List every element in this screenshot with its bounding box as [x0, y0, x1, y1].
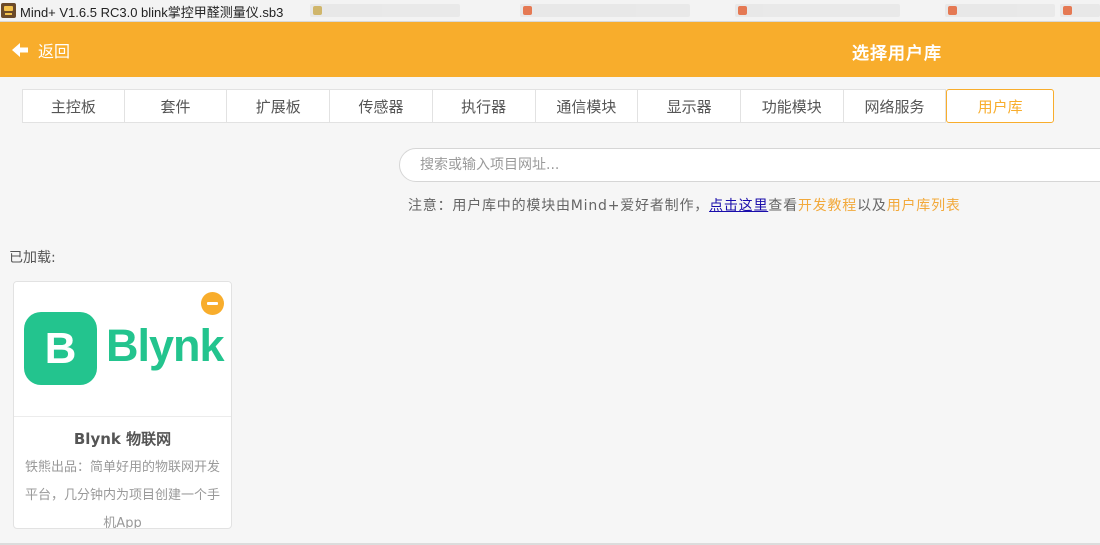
card-description: 铁熊出品：简单好用的物联网开发平台，几分钟内为项目创建一个手机App [24, 460, 220, 529]
extension-card-blynk[interactable]: B Blynk Blynk 物联网 铁熊出品：简单好用的物联网开发平台，几分钟内… [13, 281, 232, 529]
remove-extension-button[interactable] [201, 292, 224, 315]
background-tab [310, 4, 460, 17]
user-library-list-link[interactable]: 用户库列表 [887, 198, 961, 214]
tab-user-library[interactable]: 用户库 [946, 89, 1055, 123]
tab-sensors[interactable]: 传感器 [330, 89, 433, 123]
tab-expansion-board[interactable]: 扩展板 [227, 89, 331, 123]
tab-main-board[interactable]: 主控板 [22, 89, 125, 123]
tab-function-modules[interactable]: 功能模块 [740, 89, 844, 123]
category-tabs: 主控板 套件 扩展板 传感器 执行器 通信模块 显示器 功能模块 网络服务 用户… [22, 89, 1055, 123]
arrow-left-icon [12, 43, 28, 57]
back-button[interactable]: 返回 [10, 37, 70, 63]
blynk-logo-wordmark: Blynk [106, 320, 225, 371]
blynk-logo: B Blynk [14, 282, 231, 417]
tab-displays[interactable]: 显示器 [638, 89, 741, 123]
user-library-notice: 注意：用户库中的模块由Mind+爱好者制作，点击这里查看开发教程以及用户库列表 [408, 195, 961, 215]
window-titlebar: Mind+ V1.6.5 RC3.0 blink掌控甲醛测量仪.sb3 [0, 0, 1100, 22]
loaded-section-label: 已加载: [9, 250, 56, 266]
back-label: 返回 [38, 42, 71, 61]
background-tab [735, 4, 900, 17]
background-tab [1060, 4, 1100, 17]
page-header: 返回 选择用户库 [0, 22, 1100, 77]
notice-prefix: 注意：用户库中的模块由Mind+爱好者制作， [408, 198, 710, 214]
blynk-logo-mark: B [24, 312, 97, 385]
tab-kits[interactable]: 套件 [124, 89, 228, 123]
notice-middle: 查看 [768, 198, 798, 214]
tab-actuators[interactable]: 执行器 [432, 89, 536, 123]
click-here-link[interactable]: 点击这里 [709, 198, 768, 214]
search-input[interactable] [399, 148, 1100, 182]
tab-network-services[interactable]: 网络服务 [843, 89, 947, 123]
background-tab [520, 4, 690, 17]
notice-and: 以及 [857, 198, 887, 214]
blynk-logo-letter: B [44, 324, 77, 373]
window-title: Mind+ V1.6.5 RC3.0 blink掌控甲醛测量仪.sb3 [20, 5, 284, 20]
tab-communication[interactable]: 通信模块 [535, 89, 639, 123]
card-title: Blynk 物联网 [73, 430, 172, 448]
dev-tutorial-link[interactable]: 开发教程 [798, 198, 857, 214]
page-title: 选择用户库 [852, 44, 942, 64]
mind-plus-app-icon [1, 3, 16, 18]
background-tab [945, 4, 1055, 17]
